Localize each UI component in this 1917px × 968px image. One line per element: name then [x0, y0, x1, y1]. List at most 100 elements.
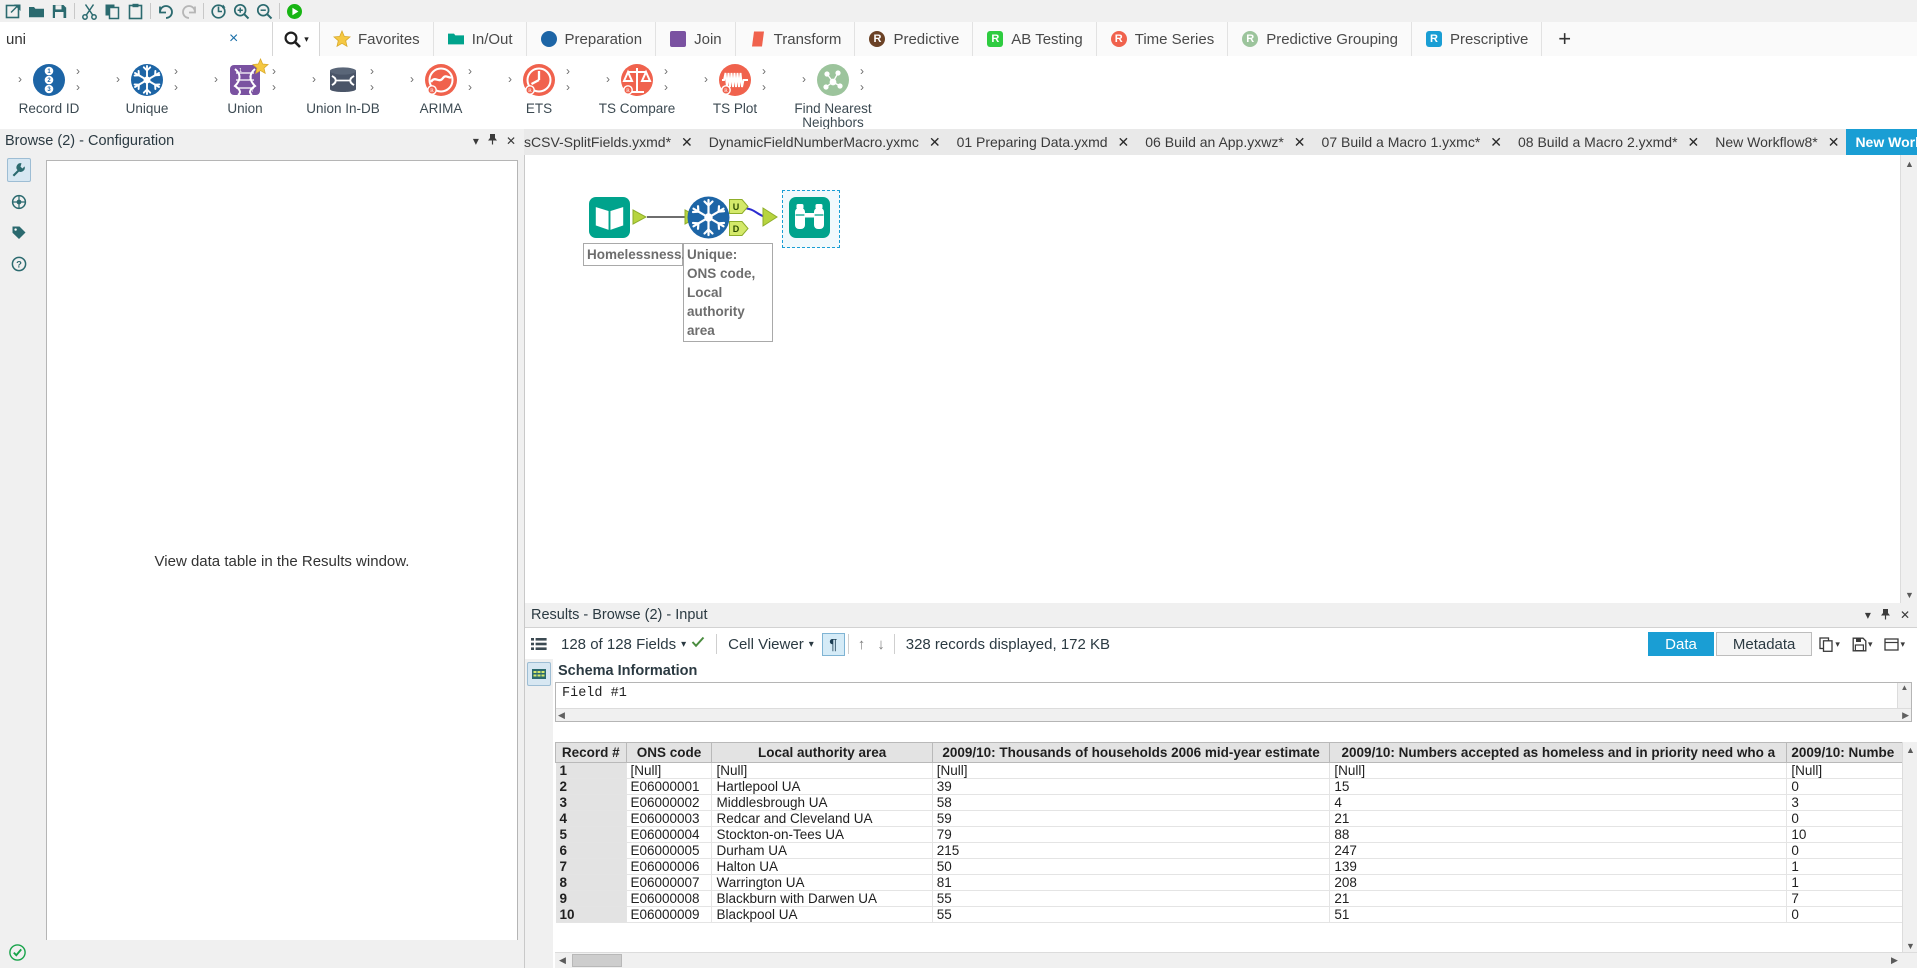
table-cell[interactable]: 0 [1787, 811, 1917, 827]
help-icon[interactable]: ? [8, 253, 30, 275]
column-header-ons-code[interactable]: ONS code [626, 743, 712, 763]
column-header-2009-10-numbers-accepted-as-homeless-and[interactable]: 2009/10: Numbers accepted as homeless an… [1330, 743, 1787, 763]
table-cell[interactable]: Middlesbrough UA [712, 795, 932, 811]
table-cell[interactable]: 0 [1787, 907, 1917, 923]
tab-data[interactable]: Data [1648, 632, 1714, 656]
unique-output-u-anchor[interactable]: U [729, 199, 749, 218]
zoom-in-icon[interactable] [230, 1, 253, 21]
tab-metadata[interactable]: Metadata [1716, 632, 1813, 656]
results-view-icon[interactable] [527, 662, 551, 686]
table-row[interactable]: 2E06000001Hartlepool UA39150 [556, 779, 1917, 795]
table-cell[interactable]: 55 [932, 907, 1330, 923]
undo-icon[interactable] [154, 1, 177, 21]
grid-scroll-down-icon[interactable]: ▼ [1903, 938, 1917, 953]
table-row[interactable]: 4E06000003Redcar and Cleveland UA59210 [556, 811, 1917, 827]
schema-scroll-right-icon[interactable]: ▶ [1902, 710, 1909, 721]
workflow-canvas[interactable]: Homelessness.yxdb [524, 155, 1917, 603]
sort-ascending-button[interactable]: ↑ [852, 636, 872, 653]
ribbon-category-time-series[interactable]: RTime Series [1097, 22, 1228, 56]
table-cell[interactable]: [Null] [712, 763, 932, 779]
table-cell[interactable]: [Null] [1330, 763, 1787, 779]
table-cell[interactable]: E06000005 [626, 843, 712, 859]
document-tab-dynamicfieldnumbermacro-yxmc[interactable]: DynamicFieldNumberMacro.yxmc✕ [700, 129, 948, 155]
palette-tool-ts-compare[interactable]: ›››RTS Compare [588, 56, 686, 116]
column-header-2009-10-thousands-of-households-2006-mid[interactable]: 2009/10: Thousands of households 2006 mi… [932, 743, 1330, 763]
canvas-scroll-up-icon[interactable]: ▲ [1901, 155, 1917, 172]
table-cell[interactable]: Blackburn with Darwen UA [712, 891, 932, 907]
open-workflow-icon[interactable] [25, 1, 48, 21]
document-tab-close-icon[interactable]: ✕ [1490, 134, 1502, 151]
table-cell[interactable]: 0 [1787, 843, 1917, 859]
save-results-icon[interactable]: ▾ [1847, 637, 1878, 652]
search-magnifier-button[interactable]: ▾ [273, 22, 320, 56]
table-cell[interactable]: E06000008 [626, 891, 712, 907]
table-cell[interactable]: E06000006 [626, 859, 712, 875]
table-cell[interactable]: 21 [1330, 891, 1787, 907]
table-cell[interactable]: 208 [1330, 875, 1787, 891]
document-tab-06-build-an-app-yxwz-[interactable]: 06 Build an App.yxwz*✕ [1136, 129, 1312, 155]
options-results-icon[interactable]: ▾ [1879, 637, 1910, 652]
copy-icon[interactable] [101, 1, 124, 21]
document-tab-close-icon[interactable]: ✕ [929, 134, 941, 151]
panel-close-icon[interactable]: ✕ [506, 134, 516, 148]
zoom-out-icon[interactable] [253, 1, 276, 21]
document-tab-new-workflow9-[interactable]: New Workflow9*✕ [1846, 129, 1917, 155]
refresh-icon[interactable] [207, 1, 230, 21]
ribbon-category-transform[interactable]: Transform [736, 22, 856, 56]
grid-horizontal-scrollbar[interactable]: ◀ ▶ [555, 952, 1917, 968]
configuration-wrench-icon[interactable] [7, 158, 31, 182]
table-cell[interactable]: 1 [1787, 875, 1917, 891]
unique-tool[interactable]: Unique: ONS code, Local authority area U… [686, 195, 731, 240]
document-tab-close-icon[interactable]: ✕ [681, 134, 693, 151]
cut-icon[interactable] [78, 1, 101, 21]
table-cell[interactable]: [Null] [932, 763, 1330, 779]
table-row[interactable]: 10E06000009Blackpool UA55510 [556, 907, 1917, 923]
sort-descending-button[interactable]: ↓ [871, 636, 891, 653]
book-input-icon[interactable] [587, 195, 632, 240]
table-cell[interactable]: 15 [1330, 779, 1787, 795]
table-cell[interactable]: Warrington UA [712, 875, 932, 891]
ribbon-category-predictive-grouping[interactable]: RPredictive Grouping [1228, 22, 1412, 56]
new-workflow-icon[interactable] [2, 1, 25, 21]
palette-tool-arima[interactable]: ›››RARIMA [392, 56, 490, 116]
table-cell[interactable]: Hartlepool UA [712, 779, 932, 795]
binoculars-browse-icon[interactable] [787, 195, 832, 240]
grid-hscroll-thumb[interactable] [572, 954, 622, 967]
table-cell[interactable]: 50 [932, 859, 1330, 875]
table-cell[interactable]: Durham UA [712, 843, 932, 859]
column-header-local-authority-area[interactable]: Local authority area [712, 743, 932, 763]
document-tab-scsv-splitfields-yxmd-[interactable]: sCSV-SplitFields.yxmd*✕ [524, 129, 700, 155]
results-close-icon[interactable]: ✕ [1900, 608, 1910, 622]
table-cell[interactable]: 3 [1787, 795, 1917, 811]
document-tab-close-icon[interactable]: ✕ [1118, 134, 1130, 151]
column-header-record-[interactable]: Record # [556, 743, 627, 763]
palette-tool-union-in-db[interactable]: ›››Union In-DB [294, 56, 392, 116]
ts-plot-icon[interactable]: ›››R [713, 60, 757, 100]
table-row[interactable]: 3E06000002Middlesbrough UA5843 [556, 795, 1917, 811]
table-row[interactable]: 6E06000005Durham UA2152470 [556, 843, 1917, 859]
schema-horizontal-scrollbar[interactable]: ◀ ▶ [556, 708, 1911, 721]
table-row[interactable]: 8E06000007Warrington UA812081 [556, 875, 1917, 891]
save-results-chevron-icon[interactable]: ▾ [1868, 639, 1873, 650]
document-tab-new-workflow8-[interactable]: New Workflow8*✕ [1706, 129, 1846, 155]
grid-vertical-scrollbar[interactable]: ▲ ▼ [1902, 742, 1917, 968]
grid-scroll-right-icon[interactable]: ▶ [1887, 953, 1902, 968]
view-selector[interactable]: Cell Viewer ▾ [720, 636, 822, 653]
copy-results-chevron-icon[interactable]: ▾ [1835, 639, 1840, 650]
results-pin-icon[interactable] [1880, 608, 1891, 623]
table-cell[interactable]: E06000009 [626, 907, 712, 923]
canvas-vertical-scrollbar[interactable]: ▲ ▼ [1900, 155, 1917, 603]
panel-pin-icon[interactable] [487, 133, 498, 148]
table-cell[interactable]: 10 [1787, 827, 1917, 843]
table-cell[interactable]: 1 [1787, 859, 1917, 875]
ribbon-category-in-out[interactable]: In/Out [434, 22, 527, 56]
table-cell[interactable]: Stockton-on-Tees UA [712, 827, 932, 843]
run-workflow-icon[interactable] [283, 1, 306, 21]
union-in-db-icon[interactable]: ››› [321, 60, 365, 100]
palette-tool-unique[interactable]: ›››Unique [98, 56, 196, 116]
table-row[interactable]: 7E06000006Halton UA501391 [556, 859, 1917, 875]
redo-icon[interactable] [177, 1, 200, 21]
find-nearest-neighbors-icon[interactable]: ››› [811, 60, 855, 100]
table-cell[interactable]: Blackpool UA [712, 907, 932, 923]
document-tab-07-build-a-macro-1-yxmc-[interactable]: 07 Build a Macro 1.yxmc*✕ [1313, 129, 1509, 155]
